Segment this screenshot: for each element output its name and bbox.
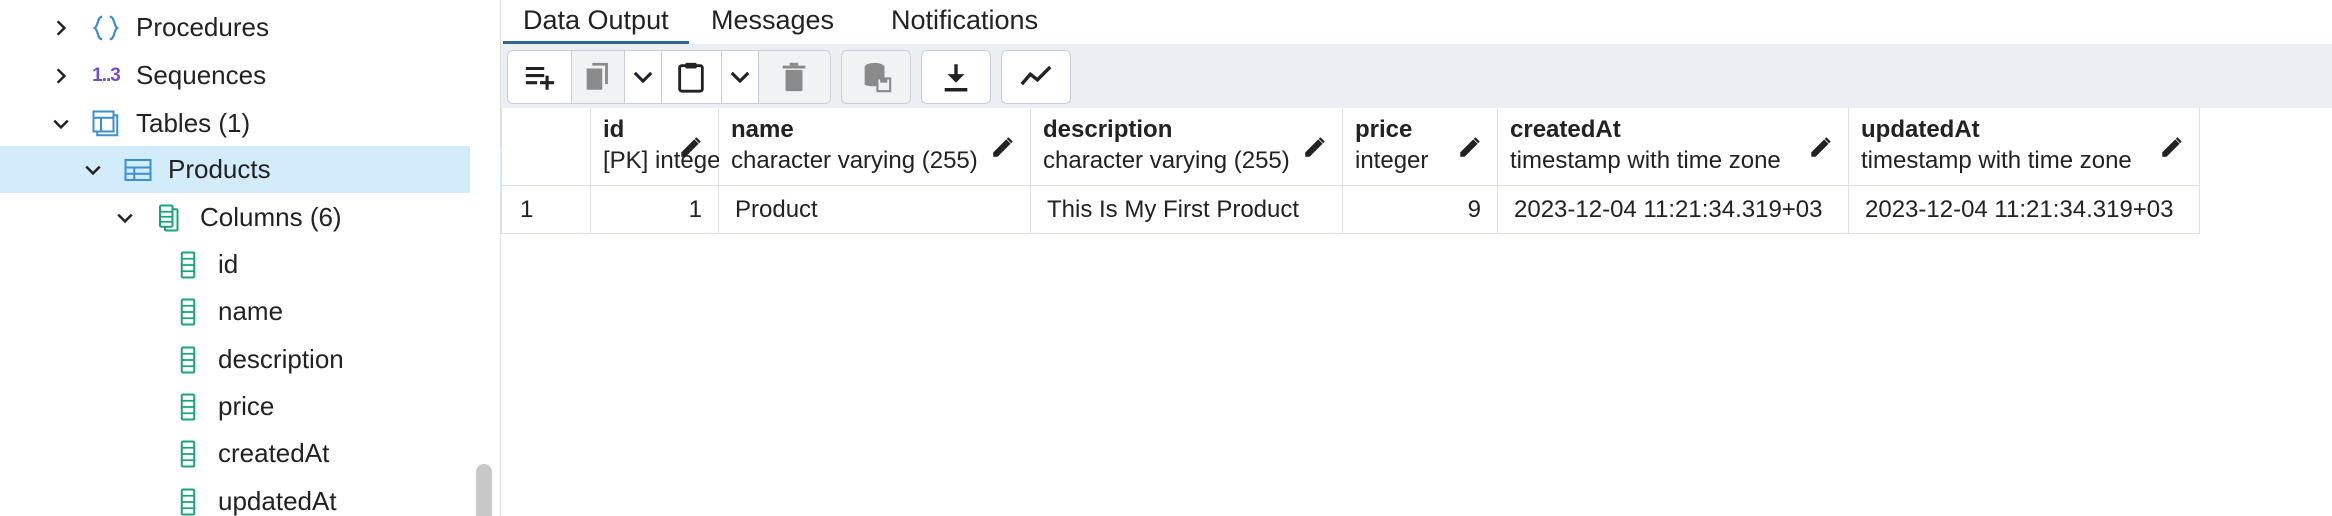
column-name: price xyxy=(1355,116,1413,143)
delete-button[interactable] xyxy=(758,51,830,103)
table-cell-id[interactable]: 1 xyxy=(591,186,719,234)
paste-options-dropdown[interactable] xyxy=(722,51,759,103)
save-data-button[interactable] xyxy=(842,51,910,103)
column-icon xyxy=(172,296,204,328)
column-icon xyxy=(172,249,204,281)
tree-scrollbar-thumb[interactable] xyxy=(476,464,492,516)
chevron-down-icon[interactable] xyxy=(114,207,136,229)
chevron-right-icon[interactable] xyxy=(50,65,72,87)
column-type: timestamp with time zone xyxy=(1861,147,2132,174)
column-name: description xyxy=(1043,116,1173,143)
column-type: integer xyxy=(1355,147,1429,174)
copy-options-dropdown[interactable] xyxy=(625,51,662,103)
tab-notifications[interactable]: Notifications xyxy=(871,0,1058,41)
column-name: id xyxy=(603,116,625,143)
column-header-updatedat[interactable]: updatedAt timestamp with time zone xyxy=(1849,108,2200,186)
column-name: createdAt xyxy=(1510,116,1621,143)
pencil-icon[interactable] xyxy=(1808,134,1834,160)
column-header-id[interactable]: id [PK] integer xyxy=(591,108,728,186)
chevron-down-icon xyxy=(730,71,750,84)
row-number[interactable]: 1 xyxy=(501,186,591,234)
pencil-icon[interactable] xyxy=(990,134,1016,160)
tab-messages[interactable]: Messages xyxy=(691,0,854,41)
row-number-header xyxy=(501,108,591,186)
paste-icon xyxy=(678,62,705,93)
download-button[interactable] xyxy=(922,51,990,103)
column-header-name[interactable]: name character varying (255) xyxy=(719,108,1031,186)
tree-item-tables[interactable]: Tables (1) xyxy=(0,100,520,147)
tab-label: Messages xyxy=(711,5,835,35)
column-name: updatedAt xyxy=(1861,116,1980,143)
table-cell-price[interactable]: 9 xyxy=(1343,186,1498,234)
tree-item-sequences[interactable]: 1..3 Sequences xyxy=(0,52,520,99)
pencil-icon[interactable] xyxy=(1302,134,1328,160)
tree-scrollbar[interactable] xyxy=(470,0,500,516)
tree-item-label: Procedures xyxy=(136,12,269,42)
tree-item-label: price xyxy=(218,391,275,421)
tree-item-label: Sequences xyxy=(136,60,267,90)
paste-button[interactable] xyxy=(662,51,723,103)
add-row-icon xyxy=(525,66,554,90)
column-icon xyxy=(172,486,204,516)
column-type: character varying (255) xyxy=(1043,147,1290,174)
data-grid: id [PK] integer name character varying (… xyxy=(501,108,2332,516)
column-header-price[interactable]: price integer xyxy=(1343,108,1498,186)
tab-data-output[interactable]: Data Output xyxy=(503,0,689,45)
column-icon xyxy=(172,391,204,423)
chevron-down-icon xyxy=(633,71,653,84)
object-explorer-tree: Procedures 1..3 Sequences Tables (1) Pro… xyxy=(0,0,552,516)
tree-item-label: Tables (1) xyxy=(136,108,251,138)
copy-button[interactable] xyxy=(572,51,625,103)
column-name: name xyxy=(731,116,794,143)
edit-button-group xyxy=(507,50,831,104)
pgadmin-window: Procedures 1..3 Sequences Tables (1) Pro… xyxy=(0,0,2332,516)
data-toolbar xyxy=(501,44,2332,109)
download-icon xyxy=(944,64,968,92)
sequence-icon: 1..3 xyxy=(92,64,121,86)
save-button-group xyxy=(841,50,911,104)
column-type: timestamp with time zone xyxy=(1510,147,1781,174)
columns-icon xyxy=(154,202,186,234)
tab-label: Notifications xyxy=(891,5,1039,35)
tree-item-label: updatedAt xyxy=(218,486,337,516)
tree-item-label: createdAt xyxy=(218,438,330,468)
column-header-description[interactable]: description character varying (255) xyxy=(1031,108,1343,186)
tree-item-label: Products xyxy=(168,154,271,184)
table-cell-updatedat[interactable]: 2023-12-04 11:21:34.319+03 xyxy=(1849,186,2200,234)
column-header-createdat[interactable]: createdAt timestamp with time zone xyxy=(1498,108,1849,186)
copy-icon xyxy=(586,62,609,90)
column-type: [PK] integer xyxy=(603,147,729,174)
table-cell-createdat[interactable]: 2023-12-04 11:21:34.319+03 xyxy=(1498,186,1849,234)
pencil-icon[interactable] xyxy=(2159,134,2185,160)
graph-button-group xyxy=(1001,50,1071,104)
graph-visualiser-button[interactable] xyxy=(1002,51,1070,103)
pencil-icon[interactable] xyxy=(1457,134,1483,160)
pencil-icon[interactable] xyxy=(678,134,704,160)
tree-item-label: id xyxy=(218,249,239,279)
column-icon xyxy=(172,438,204,470)
table-cell-description[interactable]: This Is My First Product xyxy=(1031,186,1343,234)
query-result-panel: Data Output Messages Notifications id [P… xyxy=(501,0,2332,516)
chevron-down-icon[interactable] xyxy=(82,159,104,181)
tab-label: Data Output xyxy=(523,5,669,35)
delete-icon xyxy=(782,62,806,92)
tree-item-label: name xyxy=(218,296,284,326)
chevron-right-icon[interactable] xyxy=(50,17,72,39)
tree-item-procedures[interactable]: Procedures xyxy=(0,4,520,51)
tables-icon xyxy=(90,108,122,140)
download-button-group xyxy=(921,50,991,104)
table-icon xyxy=(122,154,154,186)
add-row-button[interactable] xyxy=(508,51,573,103)
table-cell-name[interactable]: Product xyxy=(719,186,1031,234)
save-data-icon xyxy=(864,62,892,93)
procedure-icon xyxy=(90,12,122,44)
column-type: character varying (255) xyxy=(731,147,978,174)
graph-icon xyxy=(1020,65,1052,86)
chevron-down-icon[interactable] xyxy=(50,113,72,135)
tree-item-label: Columns (6) xyxy=(200,202,342,232)
tree-item-label: description xyxy=(218,344,344,374)
result-tabs: Data Output Messages Notifications xyxy=(501,0,2332,45)
column-icon xyxy=(172,344,204,376)
